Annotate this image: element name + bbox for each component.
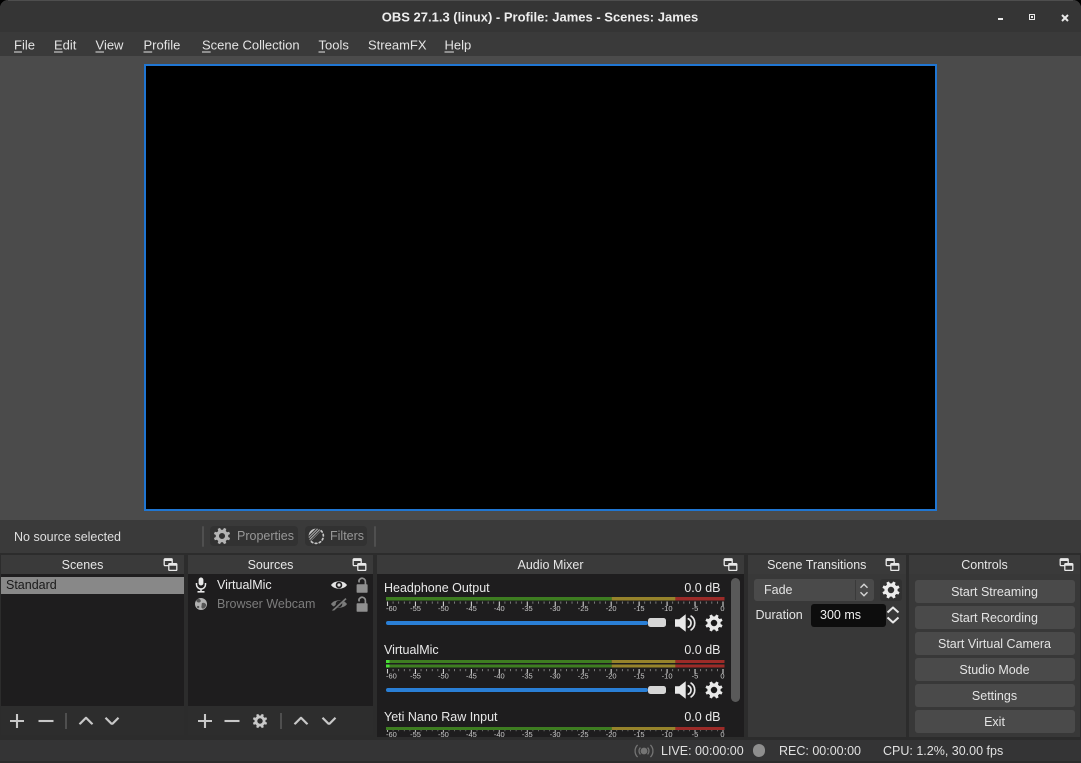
svg-text:-30: -30 — [549, 671, 560, 680]
svg-text:-55: -55 — [410, 730, 421, 737]
svg-text:-45: -45 — [465, 730, 476, 737]
svg-text:-30: -30 — [549, 730, 560, 737]
svg-text:0: 0 — [720, 671, 724, 680]
svg-text:-60: -60 — [386, 671, 397, 680]
svg-text:-15: -15 — [633, 730, 644, 737]
svg-text:-5: -5 — [691, 671, 698, 680]
svg-text:-35: -35 — [521, 603, 532, 612]
svg-text:-5: -5 — [691, 603, 698, 612]
svg-text:-50: -50 — [437, 671, 448, 680]
svg-text:-55: -55 — [410, 603, 421, 612]
svg-text:-55: -55 — [410, 671, 421, 680]
svg-text:-35: -35 — [521, 671, 532, 680]
svg-text:-50: -50 — [437, 730, 448, 737]
svg-text:-20: -20 — [605, 603, 616, 612]
svg-text:-10: -10 — [661, 603, 672, 612]
svg-text:0: 0 — [720, 603, 724, 612]
svg-text:-25: -25 — [577, 730, 588, 737]
svg-text:-30: -30 — [549, 603, 560, 612]
svg-text:-35: -35 — [521, 730, 532, 737]
svg-text:-40: -40 — [493, 730, 504, 737]
svg-text:-25: -25 — [577, 671, 588, 680]
svg-text:-50: -50 — [437, 603, 448, 612]
svg-text:-25: -25 — [577, 603, 588, 612]
svg-text:-15: -15 — [633, 671, 644, 680]
svg-text:-45: -45 — [465, 603, 476, 612]
svg-text:-5: -5 — [691, 730, 698, 737]
svg-text:-60: -60 — [386, 603, 397, 612]
svg-text:-20: -20 — [605, 671, 616, 680]
svg-text:-10: -10 — [661, 730, 672, 737]
svg-text:-60: -60 — [386, 730, 397, 737]
svg-text:-45: -45 — [465, 671, 476, 680]
svg-text:-20: -20 — [605, 730, 616, 737]
svg-text:0: 0 — [720, 730, 724, 737]
svg-text:-15: -15 — [633, 603, 644, 612]
svg-text:-40: -40 — [493, 603, 504, 612]
svg-text:-10: -10 — [661, 671, 672, 680]
svg-text:-40: -40 — [493, 671, 504, 680]
